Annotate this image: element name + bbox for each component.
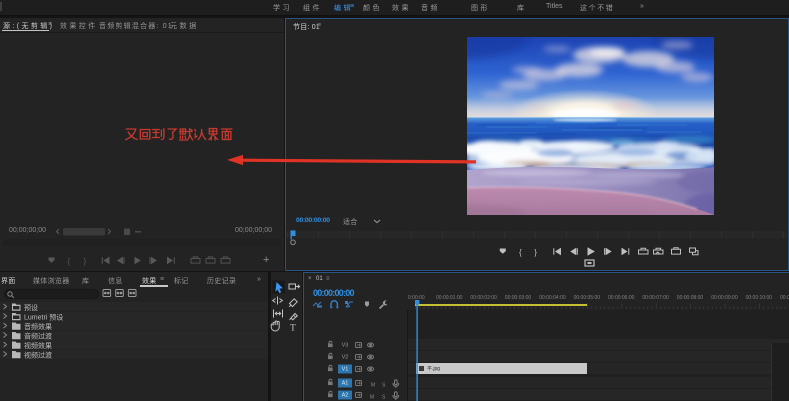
svg-text:V2: V2 — [342, 355, 349, 361]
svg-text:音频效果: 音频效果 — [24, 322, 52, 331]
svg-text:M: M — [370, 395, 374, 401]
svg-text:Lumetri 预设: Lumetri 预设 — [24, 313, 63, 322]
svg-text:00:00:04:00: 00:00:04:00 — [539, 295, 566, 301]
svg-text:00:00:09:00: 00:00:09:00 — [711, 295, 738, 301]
svg-text:S: S — [382, 383, 386, 389]
svg-text:{: { — [519, 248, 522, 257]
svg-text:视频效果: 视频效果 — [24, 341, 52, 350]
svg-text:00:00:01:00: 00:00:01:00 — [436, 295, 463, 301]
svg-text:A1: A1 — [342, 381, 349, 387]
svg-text:M: M — [371, 383, 375, 389]
svg-text:00:00:03:00: 00:00:03:00 — [505, 295, 532, 301]
svg-text:00:00:05:00: 00:00:05:00 — [574, 295, 601, 301]
svg-text:S: S — [382, 395, 386, 401]
svg-text:}: } — [84, 257, 87, 266]
svg-text:预设: 预设 — [24, 303, 38, 312]
svg-text:A2: A2 — [342, 393, 349, 399]
svg-text:00:00:08:00: 00:00:08:00 — [677, 295, 704, 301]
svg-text:V1: V1 — [342, 367, 349, 373]
svg-text:音频过渡: 音频过渡 — [24, 332, 52, 341]
svg-text:{: { — [68, 257, 71, 266]
svg-text:00:00:07:00: 00:00:07:00 — [642, 295, 669, 301]
svg-text:T: T — [290, 324, 296, 334]
svg-text:00:00:10:00: 00:00:10:00 — [746, 295, 773, 301]
svg-text:视频过渡: 视频过渡 — [24, 351, 52, 360]
svg-text:00:00:06:00: 00:00:06:00 — [608, 295, 635, 301]
svg-text:00:00:02:00: 00:00:02:00 — [470, 295, 497, 301]
svg-text:00:0: 00:0 — [780, 295, 789, 301]
svg-text:V3: V3 — [342, 343, 349, 349]
svg-text:}: } — [534, 248, 537, 257]
